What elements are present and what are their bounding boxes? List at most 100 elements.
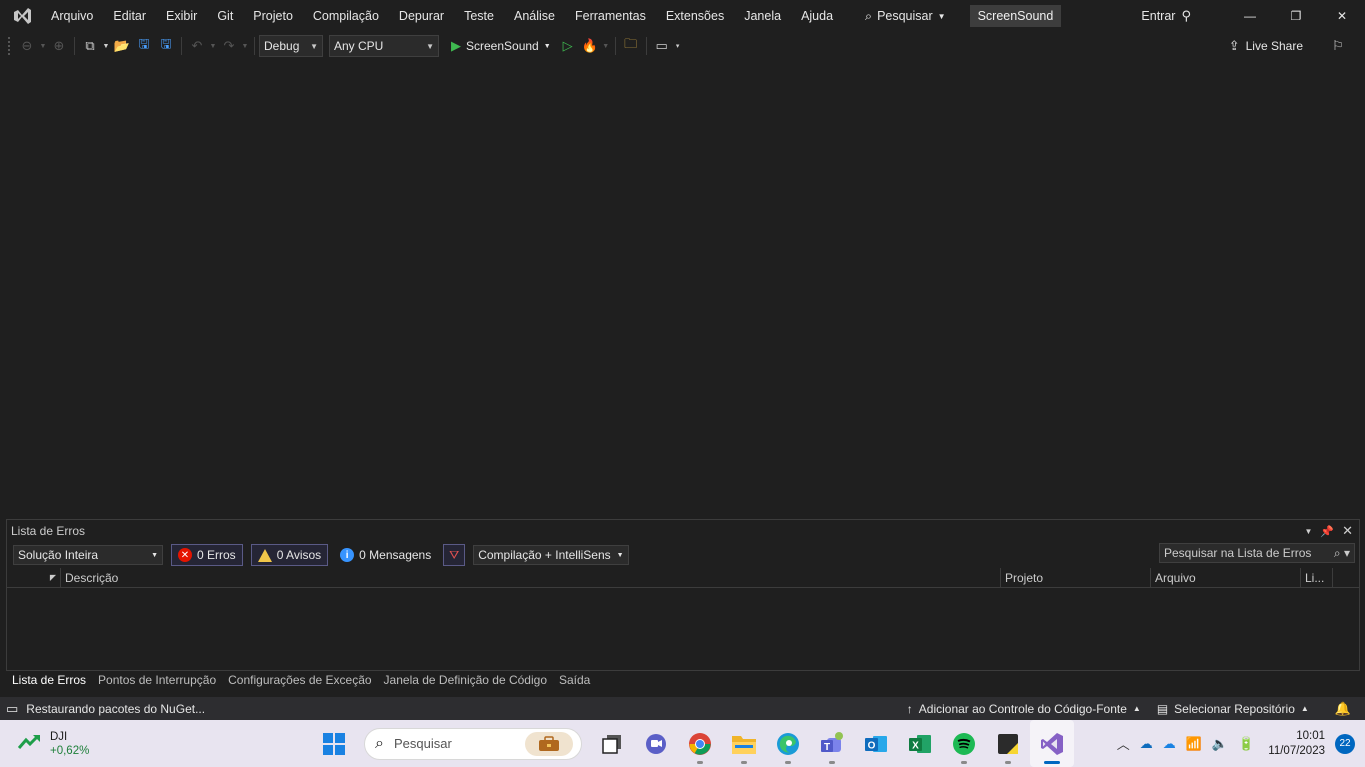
toolbar-grip[interactable] <box>8 37 12 55</box>
platform-value: Any CPU <box>334 39 384 53</box>
onedrive-personal-icon[interactable]: ☁ <box>1163 736 1176 752</box>
new-project-icon[interactable]: ⧉ <box>79 35 101 57</box>
minimize-button[interactable]: — <box>1227 0 1273 32</box>
chevron-up-icon[interactable]: ︿ <box>1117 734 1130 753</box>
add-to-source-control-button[interactable]: ↑ Adicionar ao Controle do Código-Fonte … <box>907 702 1141 716</box>
teams-chat-icon[interactable] <box>634 720 678 767</box>
column-projeto[interactable]: Projeto <box>1001 567 1151 588</box>
error-list-search-input[interactable]: Pesquisar na Lista de Erros ⌕ ▾ <box>1159 543 1355 563</box>
visual-studio-taskbar-icon[interactable] <box>1030 720 1074 767</box>
start-debugging-button[interactable]: ▶ ScreenSound ▼ <box>445 38 557 54</box>
menu-teste[interactable]: Teste <box>454 0 504 32</box>
navigate-back-icon[interactable]: ⊖ <box>16 35 38 57</box>
toolbar-options-icon[interactable]: ▾ <box>673 35 683 57</box>
teams-icon[interactable]: T <box>810 720 854 767</box>
edge-icon[interactable] <box>766 720 810 767</box>
wifi-icon[interactable]: 📶 <box>1186 736 1202 752</box>
dropdown-icon[interactable]: ▼ <box>101 35 111 57</box>
column-linha[interactable]: Li... <box>1301 567 1333 588</box>
solution-name-badge[interactable]: ScreenSound <box>969 5 1062 27</box>
tab-configuracoes-de-excecao[interactable]: Configurações de Exceção <box>222 670 377 690</box>
menu-projeto[interactable]: Projeto <box>243 0 303 32</box>
tab-pontos-de-interrupcao[interactable]: Pontos de Interrupção <box>92 670 222 690</box>
title-bar-right: Entrar ⚲ — ❐ ✕ <box>1141 0 1365 32</box>
file-explorer-icon[interactable] <box>722 720 766 767</box>
solution-explorer-icon[interactable]: 🗀 <box>620 35 642 57</box>
live-share-button[interactable]: ⇪ Live Share <box>1229 38 1303 54</box>
messages-filter-button[interactable]: i 0 Mensagens <box>336 544 435 566</box>
play-icon: ▶ <box>451 38 461 53</box>
column-arquivo[interactable]: Arquivo <box>1151 567 1301 588</box>
start-without-debugging-icon[interactable]: ▷ <box>557 35 579 57</box>
close-button[interactable]: ✕ <box>1319 0 1365 32</box>
menu-extensoes[interactable]: Extensões <box>656 0 734 32</box>
volume-icon[interactable]: 🔈 <box>1212 736 1228 752</box>
battery-icon[interactable]: 🔋 <box>1238 736 1254 752</box>
configuration-select[interactable]: Debug ▼ <box>259 35 323 57</box>
column-descricao[interactable]: Descrição <box>61 567 1001 588</box>
undo-icon[interactable]: ↶ <box>186 35 208 57</box>
clock[interactable]: 10:01 11/07/2023 <box>1268 729 1325 759</box>
task-view-icon[interactable] <box>590 720 634 767</box>
chrome-icon[interactable] <box>678 720 722 767</box>
menu-exibir[interactable]: Exibir <box>156 0 207 32</box>
taskbar-search-placeholder: Pesquisar <box>393 736 452 751</box>
warnings-filter-button[interactable]: 0 Avisos <box>250 544 329 566</box>
hot-reload-icon[interactable]: 🔥 <box>579 35 601 57</box>
menu-janela[interactable]: Janela <box>734 0 791 32</box>
menu-editar[interactable]: Editar <box>103 0 156 32</box>
search-placeholder: Pesquisar na Lista de Erros <box>1164 546 1312 560</box>
tab-lista-de-erros[interactable]: Lista de Erros <box>6 670 92 690</box>
open-folder-icon[interactable]: 📂 <box>111 35 133 57</box>
excel-icon[interactable]: X <box>898 720 942 767</box>
tab-janela-de-definicao[interactable]: Janela de Definição de Código <box>378 670 553 690</box>
onedrive-icon[interactable]: ☁ <box>1140 736 1153 752</box>
menu-git[interactable]: Git <box>207 0 243 32</box>
tab-saida[interactable]: Saída <box>553 670 596 690</box>
menu-analise[interactable]: Análise <box>504 0 565 32</box>
pin-icon[interactable]: 📌 <box>1320 525 1334 538</box>
window-layout-icon[interactable]: ▭ <box>651 35 673 57</box>
select-repository-button[interactable]: ▤ Selecionar Repositório ▲ <box>1157 702 1309 716</box>
running-indicator <box>785 761 791 764</box>
menu-ferramentas[interactable]: Ferramentas <box>565 0 656 32</box>
redo-icon[interactable]: ↷ <box>218 35 240 57</box>
menu-ajuda[interactable]: Ajuda <box>791 0 843 32</box>
active-indicator <box>1044 761 1060 764</box>
dropdown-icon[interactable]: ▼ <box>240 35 250 57</box>
notification-count-badge[interactable]: 22 <box>1335 733 1355 754</box>
sticky-notes-icon[interactable] <box>986 720 1030 767</box>
notifications-bell-icon[interactable]: 🔔 <box>1335 701 1351 717</box>
chevron-down-icon: ▼ <box>310 41 318 51</box>
running-indicator <box>1005 761 1011 764</box>
outlook-icon[interactable]: O <box>854 720 898 767</box>
platform-select[interactable]: Any CPU ▼ <box>329 35 439 57</box>
visual-studio-logo-icon <box>11 5 33 27</box>
errors-filter-button[interactable]: ✕ 0 Erros <box>171 544 243 566</box>
taskbar-search-input[interactable]: ⌕ Pesquisar <box>364 727 582 760</box>
filter-icon[interactable]: ⛛ <box>443 544 466 566</box>
signin-button[interactable]: Entrar ⚲ <box>1141 8 1191 24</box>
restore-button[interactable]: ❐ <box>1273 0 1319 32</box>
search-menu-button[interactable]: ⌕ Pesquisar ▼ <box>855 9 956 24</box>
dropdown-icon[interactable]: ▼ <box>38 35 48 57</box>
menu-compilacao[interactable]: Compilação <box>303 0 389 32</box>
column-sort-indicator[interactable]: ◤ <box>7 567 61 588</box>
dropdown-icon[interactable]: ▼ <box>601 35 611 57</box>
scope-value: Solução Inteira <box>18 548 99 562</box>
menu-arquivo[interactable]: Arquivo <box>41 0 103 32</box>
feedback-icon[interactable]: ⚐ <box>1327 35 1349 57</box>
build-intellisense-select[interactable]: Compilação + IntelliSens ▼ <box>473 545 629 565</box>
spotify-icon[interactable] <box>942 720 986 767</box>
stock-widget[interactable]: DJI +0,62% <box>0 730 300 758</box>
save-icon[interactable]: 🖫 <box>133 35 155 57</box>
output-window-icon[interactable]: ▭ <box>6 701 18 717</box>
save-all-icon[interactable]: 🖫 <box>155 35 177 57</box>
navigate-forward-icon[interactable]: ⊕ <box>48 35 70 57</box>
start-button[interactable] <box>312 720 356 767</box>
window-position-icon[interactable]: ▼ <box>1304 527 1312 536</box>
menu-depurar[interactable]: Depurar <box>389 0 454 32</box>
close-icon[interactable]: ✕ <box>1342 523 1353 539</box>
dropdown-icon[interactable]: ▼ <box>208 35 218 57</box>
scope-select[interactable]: Solução Inteira ▼ <box>13 545 163 565</box>
